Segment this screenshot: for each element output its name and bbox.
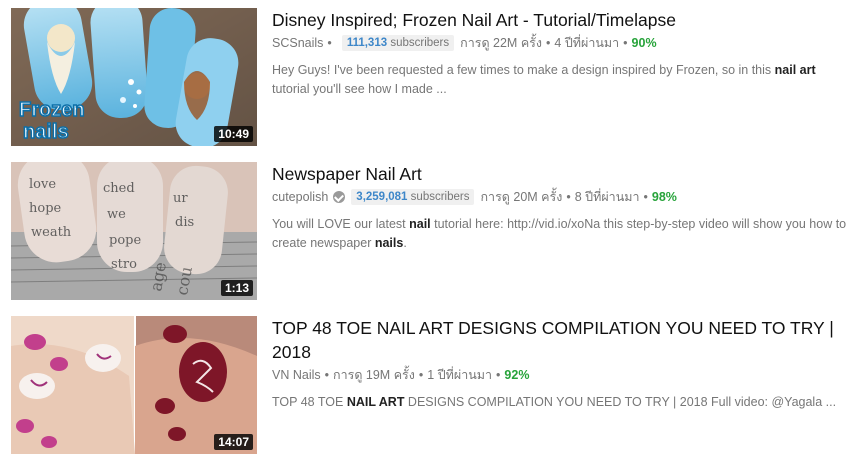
svg-text:pope: pope: [109, 233, 141, 248]
channel-name[interactable]: VN Nails: [272, 366, 321, 384]
channel-name[interactable]: cutepolish: [272, 188, 328, 206]
video-duration: 14:07: [214, 434, 253, 450]
description-highlight: nails: [374, 236, 404, 250]
thumbnail-image: love ched hope we weath pope ur dis stro…: [11, 162, 257, 300]
thumbnail-caption-line-2: nails: [23, 121, 69, 143]
subscriber-count: 3,259,081: [356, 191, 408, 203]
meta-dot: •: [418, 368, 424, 382]
svg-text:ched: ched: [103, 181, 135, 196]
video-title[interactable]: Disney Inspired; Frozen Nail Art - Tutor…: [272, 8, 855, 32]
video-results-list: Frozen nails 10:49 Disney Inspired; Froz…: [0, 0, 855, 462]
video-description: Hey Guys! I've been requested a few time…: [272, 61, 855, 99]
meta-dot: •: [546, 36, 551, 50]
meta-dot: •: [496, 368, 501, 382]
meta-dot: •: [566, 190, 571, 204]
meta-dot: •: [324, 368, 330, 382]
description-highlight: nail: [409, 217, 431, 231]
video-meta: SCSnails • 111,313 subscribers การดู 22M…: [272, 34, 855, 52]
svg-text:dis: dis: [175, 215, 194, 230]
video-info: Newspaper Nail Art cutepolish 3,259,081 …: [272, 162, 855, 253]
video-duration: 10:49: [214, 126, 253, 142]
description-text: DESIGNS COMPILATION YOU NEED TO TRY | 20…: [404, 395, 837, 409]
description-highlight: NAIL ART: [346, 395, 405, 409]
description-text: You will LOVE our latest: [272, 217, 410, 231]
video-description: TOP 48 TOE NAIL ART DESIGNS COMPILATION …: [272, 393, 855, 412]
thumbnail-caption-line-1: Frozen: [19, 99, 85, 121]
svg-text:stro: stro: [111, 257, 137, 272]
video-meta: VN Nails • การดู 19M ครั้ง • 1 ปีที่ผ่าน…: [272, 366, 855, 384]
upload-age: 4 ปีที่ผ่านมา: [554, 36, 620, 50]
description-text: tutorial you'll see how I made ...: [272, 82, 447, 96]
video-thumbnail[interactable]: 14:07: [11, 316, 257, 454]
video-thumbnail[interactable]: Frozen nails 10:49: [11, 8, 257, 146]
view-count: การดู 20M ครั้ง: [480, 190, 563, 204]
like-ratio: 90%: [631, 36, 657, 50]
meta-dot: •: [643, 190, 648, 204]
subscriber-badge: 111,313 subscribers: [341, 35, 455, 51]
description-text: TOP 48 TOE: [272, 395, 347, 409]
svg-text:we: we: [107, 207, 126, 222]
subscriber-count: 111,313: [346, 37, 388, 49]
verified-check-icon: [333, 191, 346, 203]
video-title[interactable]: Newspaper Nail Art: [272, 162, 855, 186]
video-meta: cutepolish 3,259,081 subscribers การดู 2…: [272, 188, 855, 206]
video-duration: 1:13: [220, 280, 253, 296]
video-info: TOP 48 TOE NAIL ART DESIGNS COMPILATION …: [272, 316, 855, 412]
video-title[interactable]: TOP 48 TOE NAIL ART DESIGNS COMPILATION …: [272, 316, 855, 364]
subscriber-badge: 3,259,081 subscribers: [351, 189, 475, 205]
meta-dot: •: [623, 36, 628, 50]
meta-dot: •: [327, 36, 332, 50]
video-thumbnail[interactable]: love ched hope we weath pope ur dis stro…: [11, 162, 257, 300]
svg-text:hope: hope: [29, 201, 62, 216]
view-count: การดู 19M ครั้ง: [333, 368, 415, 382]
svg-text:ur: ur: [173, 191, 188, 206]
view-count: การดู 22M ครั้ง: [460, 36, 543, 50]
upload-age: 8 ปีที่ผ่านมา: [574, 190, 640, 204]
description-highlight: nail art: [774, 63, 816, 77]
description-text: Hey Guys! I've been requested a few time…: [272, 63, 775, 77]
subscriber-label: subscribers: [410, 191, 470, 203]
svg-text:weath: weath: [31, 225, 72, 240]
channel-name[interactable]: SCSnails: [272, 34, 323, 52]
description-text: .: [403, 236, 407, 250]
video-description: You will LOVE our latest nail tutorial h…: [272, 215, 855, 253]
thumbnail-newsprint: love: [29, 177, 56, 192]
like-ratio: 98%: [651, 190, 677, 204]
upload-age: 1 ปีที่ผ่านมา: [427, 368, 493, 382]
like-ratio: 92%: [504, 368, 530, 382]
video-info: Disney Inspired; Frozen Nail Art - Tutor…: [272, 8, 855, 99]
subscriber-label: subscribers: [390, 37, 450, 49]
